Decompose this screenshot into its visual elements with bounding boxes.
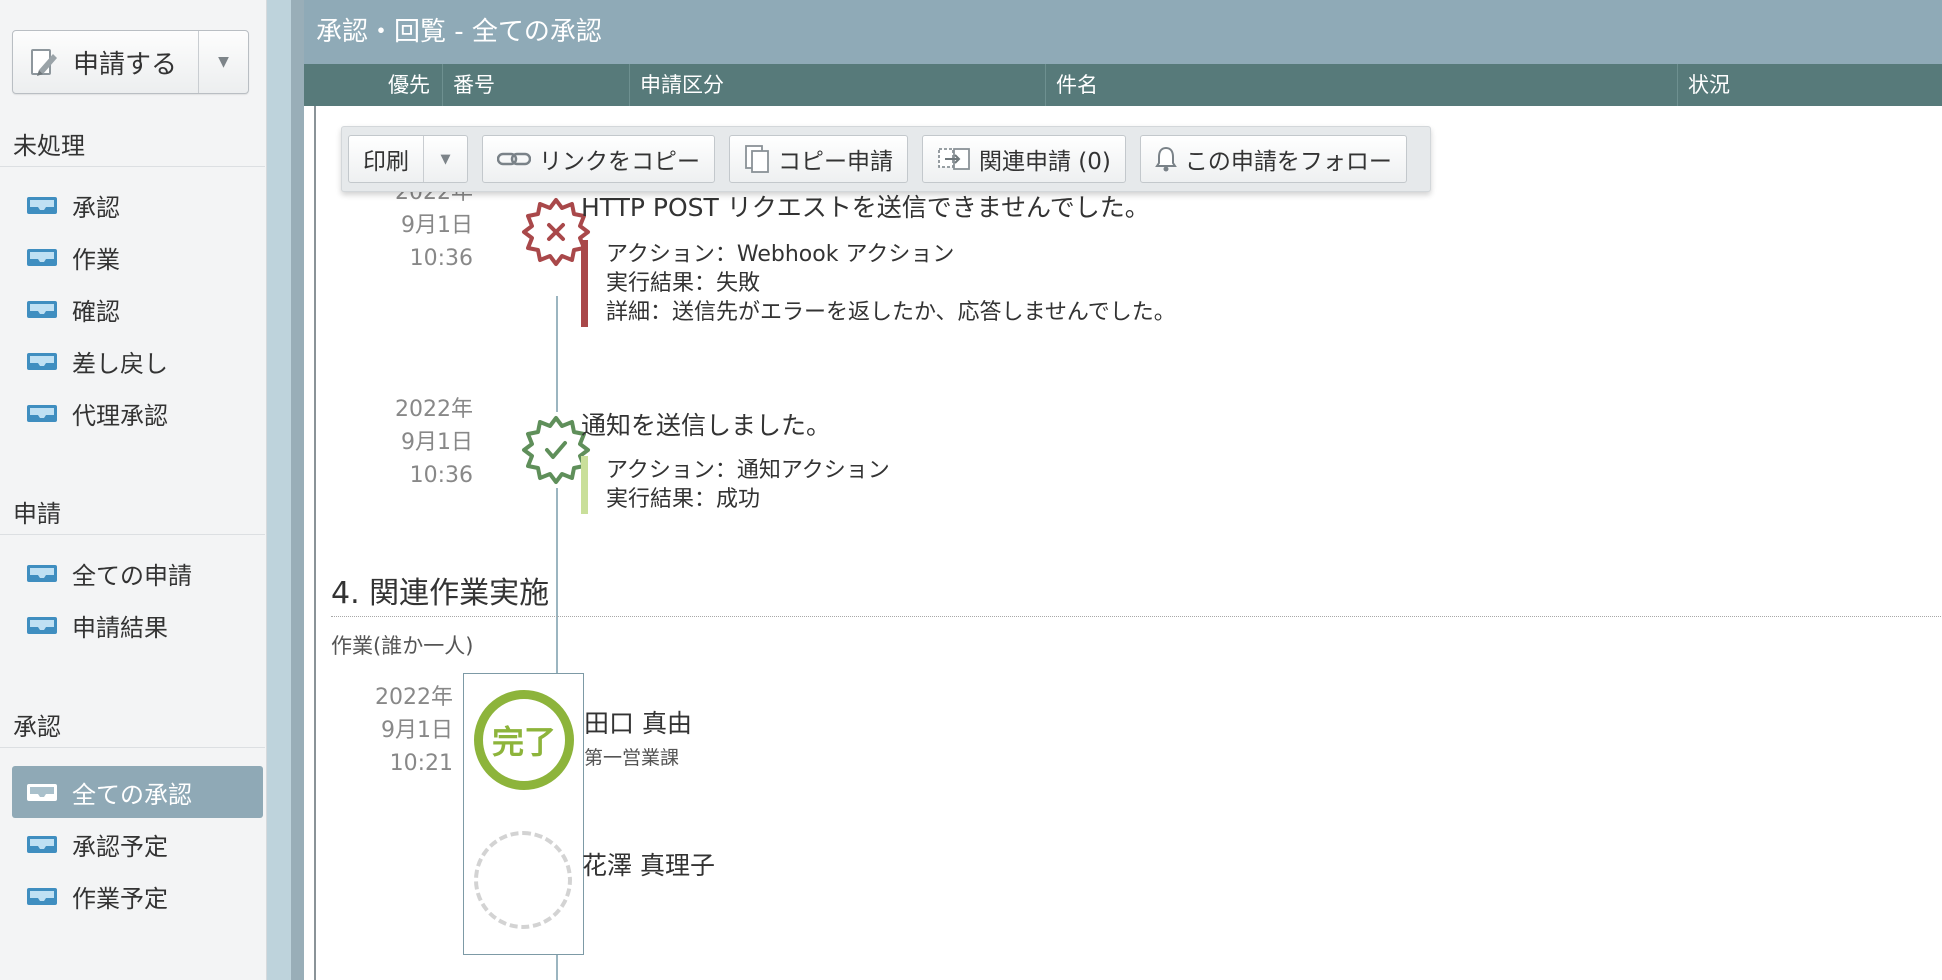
inbox-icon [27,888,57,905]
apply-button-group: 申請する ▼ [12,30,249,94]
inbox-icon [27,249,57,266]
copy-link-button[interactable]: リンクをコピー [482,135,715,183]
event-detail-line: 詳細：送信先がエラーを返したか、応答しませんでした。 [606,300,1176,325]
inbox-icon [27,405,57,422]
sidebar-item-label: 全ての申請 [72,561,192,590]
inbox-icon [27,836,57,853]
sidebar-section-requests: 申請 全ての申請 申請結果 [0,493,265,651]
event-detail-line: 実行結果：成功 [606,487,761,512]
related-request-button[interactable]: 関連申請 (0) [922,135,1126,183]
copy-document-icon [744,144,770,174]
column-subject[interactable]: 件名 [1046,64,1678,106]
task-time: 10:21 [389,751,453,776]
request-detail-panel: 2022年 9月1日 10:36 HTTP POST リクエストを送信できません… [314,106,1942,980]
sidebar-item-scheduled-approvals[interactable]: 承認予定 [0,818,265,870]
sidebar-item-label: 承認 [72,193,120,222]
sidebar-item-label: 作業予定 [72,884,168,913]
sidebar-item-request-results[interactable]: 申請結果 [0,599,265,651]
apply-dropdown-toggle[interactable]: ▼ [198,31,248,93]
event-detail-line: 実行結果：失敗 [606,271,761,296]
sidebar-item-label: 全ての承認 [72,780,192,809]
event-day: 9月1日 [401,430,473,455]
chevron-down-icon: ▼ [440,151,451,167]
apply-button[interactable]: 申請する [13,31,198,93]
sidebar-item-all-requests[interactable]: 全ての申請 [0,547,265,599]
inbox-icon [27,565,57,582]
link-icon [497,151,531,167]
section-divider [331,616,1941,617]
sidebar-item-label: 申請結果 [72,613,168,642]
sidebar-item-label: 作業 [72,245,120,274]
edit-document-icon [29,46,59,78]
sidebar-item-label: 差し戻し [72,349,168,378]
assignee-name: 花澤 真理子 [582,851,715,880]
related-request-icon [937,145,971,173]
event-time: 10:36 [409,463,473,488]
sidebar-item-scheduled-tasks[interactable]: 作業予定 [0,870,265,922]
sidebar-section-approvals: 承認 全ての承認 承認予定 作業予定 [0,706,265,922]
task-day: 9月1日 [381,718,453,743]
copy-link-label: リンクをコピー [539,149,700,175]
sidebar-item-label: 確認 [72,297,120,326]
related-request-label: 関連申請 (0) [979,149,1111,175]
sidebar: 申請する ▼ 未処理 承認 作業 確認 差し戻し 代理承認 申請 全ての申請 申… [0,0,267,980]
inbox-icon [27,301,57,318]
inbox-icon [27,784,57,801]
pending-status-circle [474,831,572,929]
event-detail-line: アクション：通知アクション [606,458,890,483]
event-date: 2022年 9月1日 10:36 [373,393,473,492]
main-panel: 承認・回覧 - 全ての承認 優先 番号 申請区分 件名 状況 2022年 9月1… [304,0,1942,980]
sidebar-item-task[interactable]: 作業 [0,231,265,283]
assignee-status-box: 完了 [463,673,584,955]
splitter-strip[interactable] [267,0,291,980]
assignee-name: 田口 真由 [584,709,692,738]
follow-request-label: この申請をフォロー [1184,149,1392,175]
follow-request-button[interactable]: この申請をフォロー [1139,135,1407,183]
event-year: 2022年 [395,397,473,422]
print-button-group: 印刷 ▼ [348,135,468,183]
event-time: 10:36 [409,246,473,271]
done-stamp: 完了 [474,690,574,790]
copy-request-button[interactable]: コピー申請 [729,135,908,183]
list-scroll-strip [291,0,304,980]
inbox-icon [27,197,57,214]
print-button[interactable]: 印刷 [349,136,423,182]
sidebar-heading-approvals: 承認 [0,706,265,748]
column-priority[interactable]: 優先 [304,64,443,106]
inbox-icon [27,617,57,634]
sidebar-item-proxy-approval[interactable]: 代理承認 [0,387,265,439]
column-request-type[interactable]: 申請区分 [630,64,1046,106]
bell-icon [1155,145,1177,173]
event-title: HTTP POST リクエストを送信できませんでした。 [581,193,1150,222]
event-detail-line: アクション：Webhook アクション [606,242,955,267]
page-title: 承認・回覧 - 全ての承認 [304,0,1942,64]
column-number[interactable]: 番号 [443,64,630,106]
inbox-icon [27,353,57,370]
event-day: 9月1日 [401,213,473,238]
copy-request-label: コピー申請 [778,149,893,175]
list-column-header: 優先 番号 申請区分 件名 状況 [304,64,1942,106]
action-toolbar: 印刷 ▼ リンクをコピー コピー申請 関連申請 (0) この申請をフォロー [341,126,1431,192]
task-year: 2022年 [375,685,453,710]
sidebar-item-approval[interactable]: 承認 [0,179,265,231]
sidebar-item-all-approvals[interactable]: 全ての承認 [12,766,263,818]
task-type-label: 作業(誰か一人) [331,634,474,658]
print-dropdown-toggle[interactable]: ▼ [423,136,467,182]
column-status[interactable]: 状況 [1678,64,1942,106]
sidebar-item-confirm[interactable]: 確認 [0,283,265,335]
sidebar-heading-requests: 申請 [0,493,265,535]
apply-button-label: 申請する [73,49,178,80]
sidebar-item-label: 承認予定 [72,832,168,861]
event-detail-success: アクション：通知アクション 実行結果：成功 [581,456,890,514]
event-title: 通知を送信しました。 [581,411,832,440]
sidebar-heading-pending: 未処理 [0,125,265,167]
event-detail-error: アクション：Webhook アクション 実行結果：失敗 詳細：送信先がエラーを返… [581,240,1176,327]
section-title: 4. 関連作業実施 [331,576,550,611]
task-date: 2022年 9月1日 10:21 [353,681,453,780]
sidebar-item-returned[interactable]: 差し戻し [0,335,265,387]
sidebar-section-pending: 未処理 承認 作業 確認 差し戻し 代理承認 [0,125,265,439]
sidebar-item-label: 代理承認 [72,401,168,430]
chevron-down-icon: ▼ [218,54,229,70]
assignee-department: 第一営業課 [584,747,680,769]
